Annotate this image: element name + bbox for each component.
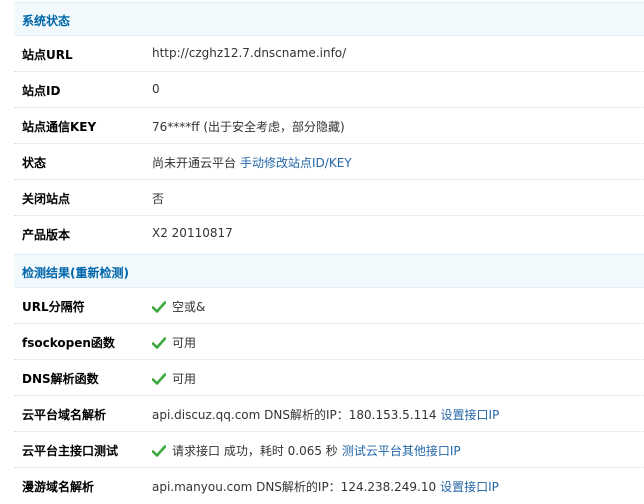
check-icon xyxy=(152,301,166,313)
status-value-wrap: 尚未开通云平台 手动修改站点ID/KEY xyxy=(152,154,352,171)
product-version-value: X2 20110817 xyxy=(152,226,233,240)
set-manyou-api-ip-link[interactable]: 设置接口IP xyxy=(440,480,499,494)
check-icon xyxy=(152,337,166,349)
status-value: 尚未开通云平台 xyxy=(152,156,237,170)
row-site-key: 站点通信KEY 76****ff (出于安全考虑，部分隐藏) xyxy=(14,108,644,144)
cloud-status-panel: 系统状态 站点URL http://czghz12.7.dnscname.inf… xyxy=(0,0,644,496)
cloud-api-test-value: 请求接口 成功，耗时 0.065 秒 xyxy=(172,444,338,458)
site-id-label: 站点ID xyxy=(22,84,61,98)
check-results-title[interactable]: 检测结果(重新检测) xyxy=(22,264,129,281)
url-separator-value: 空或& xyxy=(172,300,206,314)
row-fsockopen: fsockopen函数 可用 xyxy=(14,324,644,360)
row-cloud-api-test: 云平台主接口测试 请求接口 成功，耗时 0.065 秒测试云平台其他接口IP xyxy=(14,432,644,468)
cloud-api-test-value-wrap: 请求接口 成功，耗时 0.065 秒测试云平台其他接口IP xyxy=(152,442,461,459)
cloud-api-test-label: 云平台主接口测试 xyxy=(22,444,119,458)
edit-site-id-key-link[interactable]: 手动修改站点ID/KEY xyxy=(240,156,352,170)
site-url-value: http://czghz12.7.dnscname.info/ xyxy=(152,46,347,60)
dns-function-value: 可用 xyxy=(172,372,197,386)
system-status-header: 系统状态 xyxy=(14,2,644,36)
system-status-title: 系统状态 xyxy=(22,14,71,28)
row-url-separator: URL分隔符 空或& xyxy=(14,288,644,324)
status-label: 状态 xyxy=(22,156,47,170)
site-key-label: 站点通信KEY xyxy=(22,120,97,134)
dns-function-label: DNS解析函数 xyxy=(22,372,99,386)
cloud-domain-dns-label: 云平台域名解析 xyxy=(22,408,107,422)
row-site-url: 站点URL http://czghz12.7.dnscname.info/ xyxy=(14,36,644,72)
check-results-header: 检测结果(重新检测) xyxy=(14,254,644,288)
set-api-ip-link[interactable]: 设置接口IP xyxy=(441,408,500,422)
cloud-domain-dns-value-wrap: api.discuz.qq.com DNS解析的IP：180.153.5.114… xyxy=(152,406,499,423)
row-status: 状态 尚未开通云平台 手动修改站点ID/KEY xyxy=(14,144,644,180)
url-separator-label: URL分隔符 xyxy=(22,300,85,314)
site-closed-label: 关闭站点 xyxy=(22,192,71,206)
site-id-value: 0 xyxy=(152,82,160,96)
fsockopen-label: fsockopen函数 xyxy=(22,336,115,350)
row-site-id: 站点ID 0 xyxy=(14,72,644,108)
url-separator-value-wrap: 空或& xyxy=(152,298,205,315)
site-url-label: 站点URL xyxy=(22,48,73,62)
manyou-domain-dns-label: 漫游域名解析 xyxy=(22,480,95,494)
dns-function-value-wrap: 可用 xyxy=(152,370,196,387)
site-key-value: 76****ff (出于安全考虑，部分隐藏) xyxy=(152,120,345,134)
row-dns-function: DNS解析函数 可用 xyxy=(14,360,644,396)
fsockopen-value: 可用 xyxy=(172,336,197,350)
site-closed-value: 否 xyxy=(152,192,165,206)
product-version-label: 产品版本 xyxy=(22,228,71,242)
row-manyou-domain-dns: 漫游域名解析 api.manyou.com DNS解析的IP：124.238.2… xyxy=(14,468,644,504)
row-product-version: 产品版本 X2 20110817 xyxy=(14,216,644,252)
test-other-api-ip-link[interactable]: 测试云平台其他接口IP xyxy=(342,444,461,458)
check-icon xyxy=(152,373,166,385)
manyou-domain-dns-value: api.manyou.com DNS解析的IP：124.238.249.10 xyxy=(152,480,437,494)
row-site-closed: 关闭站点 否 xyxy=(14,180,644,216)
row-cloud-domain-dns: 云平台域名解析 api.discuz.qq.com DNS解析的IP：180.1… xyxy=(14,396,644,432)
cloud-domain-dns-value: api.discuz.qq.com DNS解析的IP：180.153.5.114 xyxy=(152,408,437,422)
check-icon xyxy=(152,445,166,457)
fsockopen-value-wrap: 可用 xyxy=(152,334,196,351)
manyou-domain-dns-value-wrap: api.manyou.com DNS解析的IP：124.238.249.10 设置… xyxy=(152,478,499,495)
